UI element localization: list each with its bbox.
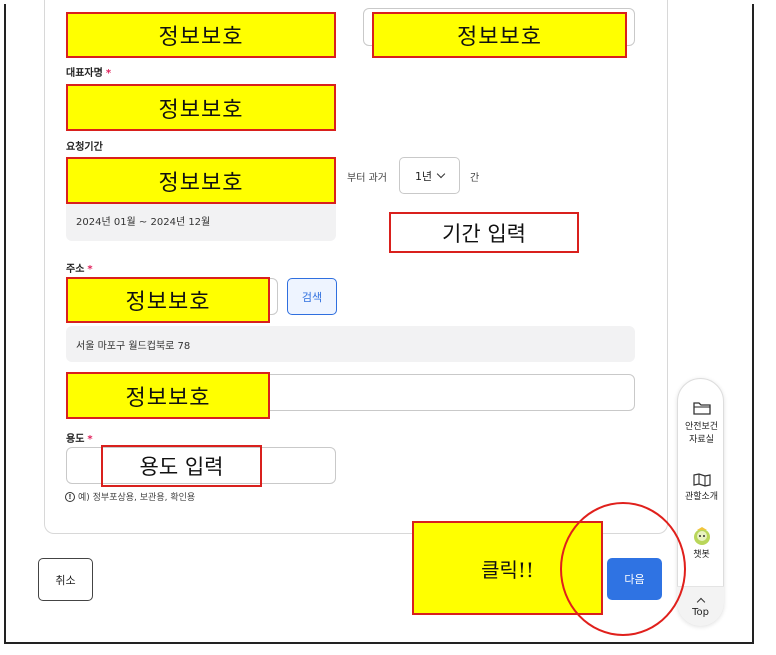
- chatbot-icon: [693, 527, 710, 545]
- floating-item-jurisdiction[interactable]: 관할소개: [678, 473, 725, 504]
- purpose-label: 용도 *: [66, 434, 93, 445]
- privacy-mask-top-right: 정보보호: [372, 12, 627, 58]
- privacy-mask-top-left: 정보보호: [66, 12, 336, 58]
- annotation-circle: [560, 502, 686, 636]
- chevron-up-icon: [696, 597, 705, 606]
- address-display: 서울 마포구 월드컵북로 78: [66, 326, 635, 362]
- annotation-purpose-input: 용도 입력: [101, 445, 262, 487]
- chevron-down-icon: [436, 169, 446, 179]
- required-mark: *: [105, 68, 112, 79]
- address-search-button[interactable]: 검색: [287, 278, 337, 315]
- period-select[interactable]: 1년: [399, 157, 460, 194]
- period-from-text: 부터 과거: [347, 173, 387, 184]
- floating-item-label: 챗봇: [693, 550, 710, 560]
- purpose-hint: ! 예) 정부포상용, 보관용, 확인용: [65, 490, 195, 503]
- period-suffix: 간: [470, 173, 480, 184]
- annotation-period-input: 기간 입력: [389, 212, 579, 253]
- privacy-mask-address-detail: 정보보호: [66, 372, 270, 419]
- map-icon: [692, 473, 711, 487]
- info-icon: !: [65, 491, 75, 502]
- privacy-mask-representative: 정보보호: [66, 84, 336, 131]
- required-mark: *: [87, 434, 93, 445]
- period-label: 요청기간: [66, 142, 103, 153]
- cancel-button[interactable]: 취소: [38, 558, 93, 601]
- frame-right-edge: [752, 4, 754, 644]
- privacy-mask-period-date: 정보보호: [66, 157, 336, 204]
- floating-item-safety-library[interactable]: 안전보건 자료실: [678, 401, 725, 447]
- period-range-display: 2024년 01월 ~ 2024년 12월: [66, 200, 336, 241]
- privacy-mask-postcode: 정보보호: [66, 277, 270, 323]
- floating-item-label: 안전보건 자료실: [684, 422, 719, 445]
- floating-item-label: 관할소개: [684, 492, 719, 502]
- representative-label: 대표자명 *: [66, 68, 112, 79]
- required-mark: *: [87, 264, 93, 275]
- address-label: 주소 *: [66, 264, 93, 275]
- folder-icon: [692, 402, 711, 415]
